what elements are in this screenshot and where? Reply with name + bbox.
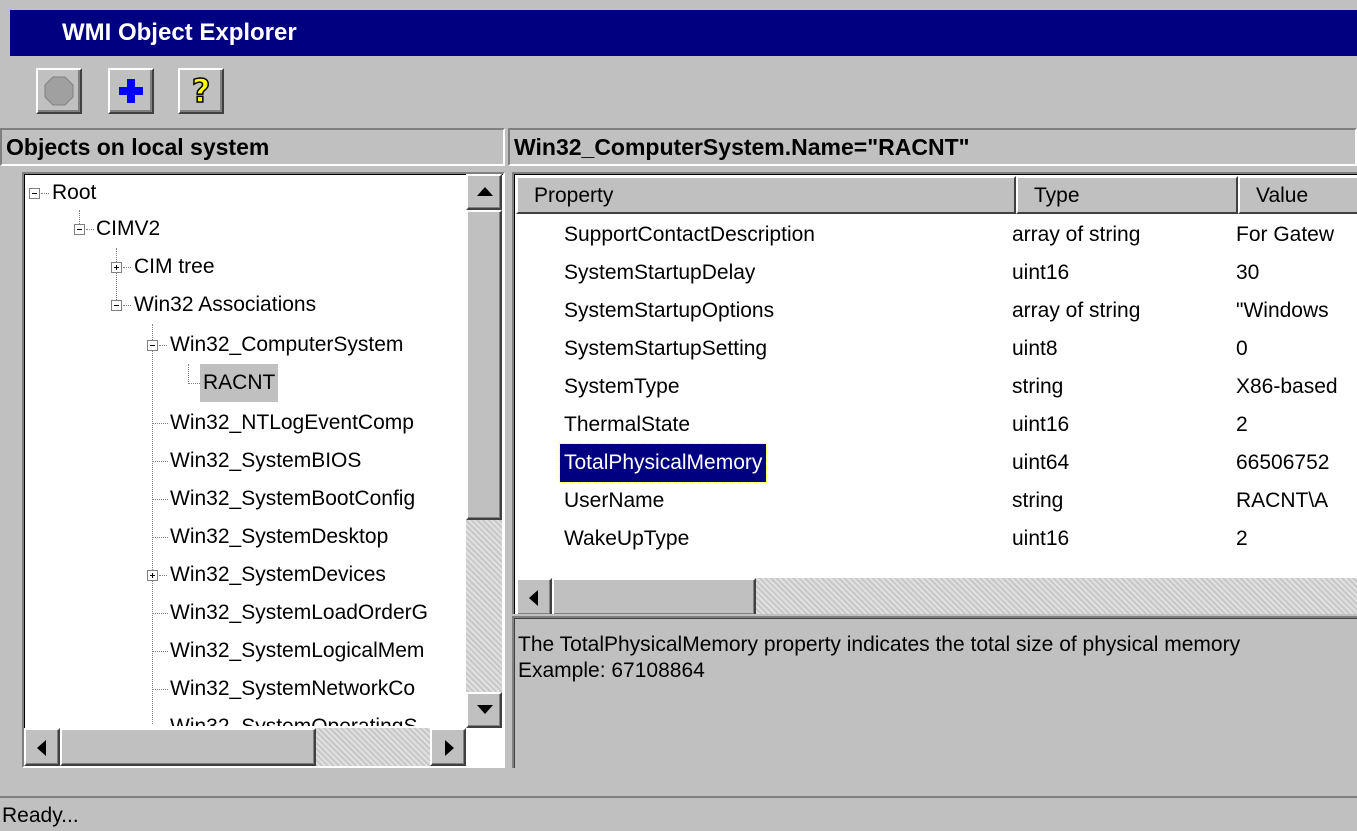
arrow-left-icon bbox=[529, 590, 538, 606]
tree-node-label: Win32_ComputerSystem bbox=[170, 333, 404, 356]
cell-type: uint16 bbox=[1012, 261, 1070, 284]
table-row[interactable]: SystemStartupSetting uint8 0 bbox=[514, 330, 1357, 368]
column-header-value[interactable]: Value bbox=[1238, 176, 1357, 214]
tree-node-label: Win32_SystemLogicalMem bbox=[170, 639, 425, 662]
help-button[interactable]: ? bbox=[178, 68, 224, 114]
cell-property: SystemStartupOptions bbox=[564, 299, 775, 322]
cell-type: string bbox=[1012, 489, 1064, 512]
left-panel-header: Objects on local system bbox=[0, 128, 505, 166]
cell-property: SystemStartupDelay bbox=[564, 261, 756, 284]
cell-property: SystemType bbox=[564, 375, 680, 398]
cell-property: TotalPhysicalMemory bbox=[558, 443, 768, 483]
svg-text:?: ? bbox=[192, 74, 211, 108]
tree-horizontal-scrollbar[interactable] bbox=[24, 728, 466, 766]
grid-horizontal-scrollbar[interactable] bbox=[516, 578, 1357, 614]
table-row[interactable]: WakeUpType uint16 2 bbox=[514, 520, 1357, 558]
scroll-down-button[interactable] bbox=[466, 692, 502, 728]
tree-node-label: Win32_SystemBIOS bbox=[170, 449, 362, 472]
column-header-type[interactable]: Type bbox=[1016, 176, 1238, 214]
tree-line bbox=[116, 248, 117, 308]
cell-type: uint8 bbox=[1012, 337, 1058, 360]
tree-node-label: Win32_SystemDevices bbox=[170, 563, 386, 586]
property-description: The TotalPhysicalMemory property indicat… bbox=[512, 616, 1357, 768]
tree-vertical-scrollbar[interactable] bbox=[466, 174, 502, 728]
table-row[interactable]: SystemStartupOptions array of string "Wind… bbox=[514, 292, 1357, 330]
tree-node-label: Win32 Associations bbox=[134, 293, 317, 316]
properties-grid[interactable]: Property Type Value SupportContactDescri… bbox=[512, 172, 1357, 614]
table-row[interactable]: UserName string RACNT\A bbox=[514, 482, 1357, 520]
tree-node-label: Win32_SystemDesktop bbox=[170, 525, 389, 548]
expand-icon[interactable] bbox=[111, 262, 122, 273]
collapse-icon[interactable] bbox=[29, 188, 40, 199]
scroll-left-button[interactable] bbox=[24, 728, 60, 766]
stop-icon bbox=[38, 70, 80, 112]
table-row[interactable]: SystemType string X86-based bbox=[514, 368, 1357, 406]
scroll-thumb[interactable] bbox=[60, 728, 316, 766]
scroll-left-button[interactable] bbox=[516, 578, 552, 614]
cell-value: 2 bbox=[1236, 413, 1248, 436]
cell-value: "Windows bbox=[1236, 299, 1329, 322]
application-window: WMI Object Explorer ? Objects on local s… bbox=[0, 0, 1357, 831]
object-tree[interactable]: Root CIMV2 CIM tree Win32 Associations W bbox=[22, 172, 505, 768]
scroll-up-button[interactable] bbox=[466, 174, 502, 210]
add-button[interactable] bbox=[108, 68, 154, 114]
tree-node-label: Win32_SystemLoadOrderG bbox=[170, 601, 428, 624]
tree-node-label: Win32_SystemBootConfig bbox=[170, 487, 416, 510]
cell-value: 30 bbox=[1236, 261, 1260, 284]
collapse-icon[interactable] bbox=[147, 340, 158, 351]
table-row[interactable]: SupportContactDescription array of string… bbox=[514, 216, 1357, 254]
cell-value: For Gatew bbox=[1236, 223, 1335, 246]
table-row[interactable]: ThermalState uint16 2 bbox=[514, 406, 1357, 444]
description-line-2: Example: 67108864 bbox=[518, 659, 705, 682]
toolbar: ? bbox=[0, 56, 1357, 126]
cell-type: uint16 bbox=[1012, 527, 1070, 550]
description-line-1: The TotalPhysicalMemory property indicat… bbox=[518, 633, 1241, 656]
collapse-icon[interactable] bbox=[111, 300, 122, 311]
expand-icon[interactable] bbox=[147, 570, 158, 581]
arrow-left-icon bbox=[37, 740, 46, 756]
arrow-up-icon bbox=[477, 187, 493, 196]
tree-line bbox=[152, 324, 153, 724]
column-header-property[interactable]: Property bbox=[516, 176, 1016, 214]
tree-node-label: Win32_SystemOperatingS bbox=[170, 708, 417, 726]
cell-type: array of string bbox=[1012, 223, 1141, 246]
scroll-thumb[interactable] bbox=[552, 578, 756, 614]
cell-property: SupportContactDescription bbox=[564, 223, 815, 246]
tree-node-label: RACNT bbox=[200, 364, 279, 402]
object-path-header: Win32_ComputerSystem.Name="RACNT" bbox=[508, 128, 1357, 166]
tree-node-label: CIMV2 bbox=[96, 217, 161, 240]
status-bar: Ready... bbox=[0, 796, 1357, 831]
cell-value: 2 bbox=[1236, 527, 1248, 550]
arrow-right-icon bbox=[445, 740, 454, 756]
help-icon: ? bbox=[180, 70, 222, 112]
cell-value: 0 bbox=[1236, 337, 1248, 360]
collapse-icon[interactable] bbox=[74, 224, 85, 235]
scroll-right-button[interactable] bbox=[430, 728, 466, 766]
cell-type: string bbox=[1012, 375, 1064, 398]
cell-type: uint64 bbox=[1012, 451, 1070, 474]
tree-content: Root CIMV2 CIM tree Win32 Associations W bbox=[24, 174, 464, 726]
cell-property: WakeUpType bbox=[564, 527, 690, 550]
cell-property: SystemStartupSetting bbox=[564, 337, 768, 360]
arrow-down-icon bbox=[477, 705, 493, 714]
cell-type: uint16 bbox=[1012, 413, 1070, 436]
cell-type: array of string bbox=[1012, 299, 1141, 322]
tree-node-label: Win32_NTLogEventComp bbox=[170, 411, 414, 434]
tree-node-label: Win32_SystemNetworkCo bbox=[170, 677, 416, 700]
scroll-thumb[interactable] bbox=[466, 210, 502, 520]
cell-value: RACNT\A bbox=[1236, 489, 1329, 512]
stop-button[interactable] bbox=[36, 68, 82, 114]
table-row[interactable]: SystemStartupDelay uint16 30 bbox=[514, 254, 1357, 292]
cell-property: UserName bbox=[564, 489, 665, 512]
status-text: Ready... bbox=[2, 804, 79, 827]
tree-node-label: CIM tree bbox=[134, 255, 215, 278]
cell-value: 66506752 bbox=[1236, 451, 1330, 474]
title-bar: WMI Object Explorer bbox=[10, 10, 1357, 56]
tree-node-label: Root bbox=[52, 181, 97, 204]
cell-property: ThermalState bbox=[564, 413, 691, 436]
tree-line bbox=[188, 364, 189, 384]
table-row[interactable]: TotalPhysicalMemory uint64 66506752 bbox=[514, 443, 1357, 483]
plus-icon bbox=[110, 70, 152, 112]
cell-value: X86-based bbox=[1236, 375, 1338, 398]
